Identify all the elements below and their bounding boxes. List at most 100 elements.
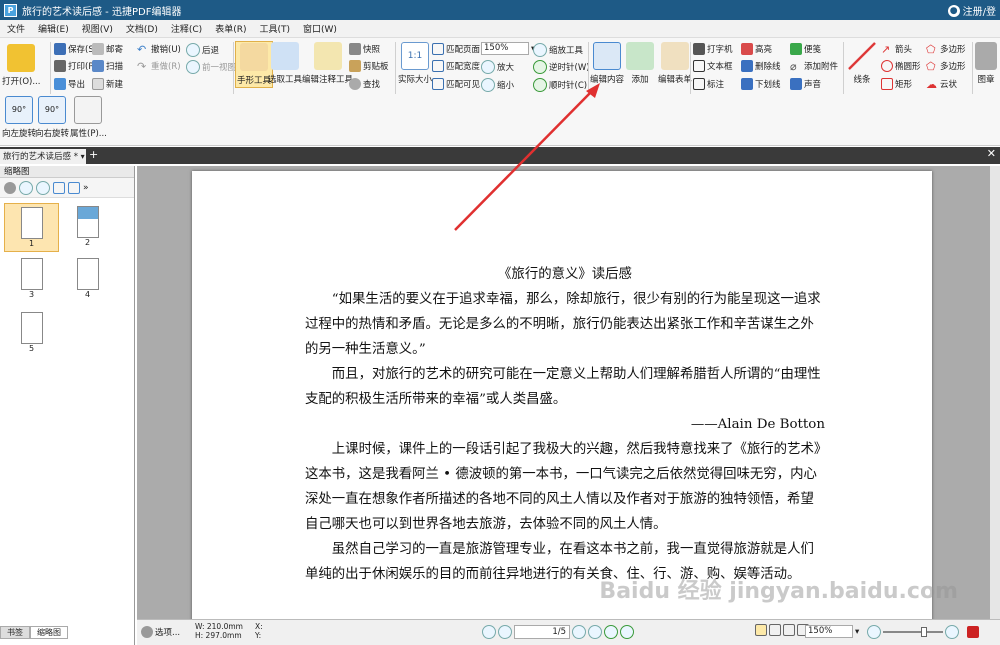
note-button[interactable]: 便笺 — [790, 43, 821, 55]
stamp-button[interactable]: 图章 — [975, 42, 997, 85]
rotate-cw-button[interactable]: 顺时针(C) — [533, 78, 587, 92]
export-button[interactable]: 导出 — [54, 78, 85, 90]
zoom-out-button[interactable]: 缩小 — [481, 78, 514, 92]
properties-button[interactable]: 属性(P)... — [70, 96, 107, 139]
fit-width-button[interactable]: 匹配宽度 — [432, 60, 480, 72]
redo-button[interactable]: ↷ 重做(R) — [137, 60, 181, 73]
menu-file[interactable]: 文件 — [7, 22, 25, 35]
menu-tools[interactable]: 工具(T) — [259, 22, 290, 35]
last-page-icon[interactable] — [588, 625, 602, 639]
actual-size-button[interactable]: 1:1 实际大小 — [398, 42, 432, 85]
document-tab[interactable]: 旅行的艺术读后感 * ▾ — [0, 149, 86, 164]
menu-form[interactable]: 表单(R) — [215, 22, 246, 35]
forward-view-icon[interactable] — [620, 625, 634, 639]
thumbnail-page-3[interactable]: 3 — [9, 258, 54, 299]
add-button[interactable]: 添加 — [626, 42, 654, 85]
arrow-shape-button[interactable]: ↗ 箭头 — [881, 43, 912, 56]
more-icon[interactable]: » — [83, 183, 89, 193]
zoom-select[interactable]: 150%▾ — [481, 42, 535, 55]
textbox-button[interactable]: 文本框 — [693, 60, 733, 72]
zoom-in-icon[interactable] — [19, 180, 33, 195]
zoom-in-button[interactable]: 放大 — [481, 60, 514, 74]
save-button[interactable]: 保存(S) — [54, 43, 97, 55]
paragraph: 而且，对旅行的艺术的研究可能在一定意义上帮助人们理解希腊哲人所谓的“由理性支配的… — [305, 367, 821, 407]
edit-form-button[interactable]: 编辑表单 — [658, 42, 692, 85]
options-button[interactable]: 选项... — [141, 626, 180, 638]
thumbnails-tab[interactable]: 缩略图 — [30, 626, 68, 639]
cloud-button[interactable]: ☁ 云状 — [926, 78, 957, 91]
menu-document[interactable]: 文档(D) — [126, 22, 158, 35]
snapshot-button[interactable]: 快照 — [349, 43, 380, 55]
zoom-slider-track[interactable] — [883, 627, 943, 637]
thumbnail-page-4[interactable]: 4 — [65, 258, 110, 299]
page-number-input[interactable]: 1/5 — [514, 625, 570, 639]
thumbnail-page-5[interactable]: 5 — [9, 312, 54, 353]
fit-page-button[interactable]: 匹配页面 — [432, 43, 480, 55]
tab-close-icon[interactable]: ▾ — [81, 152, 85, 161]
undo-button[interactable]: ↶ 撤销(U) — [137, 43, 181, 56]
thumbnail-page-1[interactable]: 1 — [4, 203, 59, 252]
rotate-page-cw-icon[interactable] — [68, 181, 80, 194]
close-document-icon[interactable]: ✕ — [987, 147, 996, 160]
polygon-button[interactable]: ⬠ 多边形 — [926, 43, 966, 56]
zoom-slider[interactable] — [867, 625, 979, 639]
open-button[interactable]: 打开(O)... — [2, 44, 40, 87]
typewriter-button[interactable]: 打字机 — [693, 43, 733, 55]
back-view-icon[interactable] — [604, 625, 618, 639]
edit-annotation-tool-button[interactable]: 编辑注释工具 — [302, 42, 353, 85]
scanner-icon — [92, 60, 104, 72]
menu-edit[interactable]: 编辑(E) — [38, 22, 69, 35]
title-bar: P 旅行的艺术读后感 - 迅捷PDF编辑器 ● 注册/登 — [0, 0, 1000, 20]
view-mode-buttons — [755, 624, 809, 636]
line-button[interactable]: 线条 — [848, 42, 876, 85]
vertical-scrollbar[interactable] — [990, 166, 1000, 619]
document-text[interactable]: 《旅行的意义》读后感 “如果生活的要义在于追求幸福，那么，除却旅行，很少有别的行… — [305, 262, 825, 587]
rotate-left-button[interactable]: 90° 向左旋转 — [2, 96, 36, 139]
menu-comment[interactable]: 注释(C) — [171, 22, 202, 35]
polyline-button[interactable]: ⬠ 多边形 — [926, 60, 966, 73]
scan-button[interactable]: 扫描 — [92, 60, 123, 72]
callout-button[interactable]: 标注 — [693, 78, 724, 90]
continuous-icon[interactable] — [769, 624, 781, 636]
rectangle-button[interactable]: 矩形 — [881, 78, 912, 90]
fit-visible-button[interactable]: 匹配可见 — [432, 78, 480, 90]
email-button[interactable]: 邮寄 — [92, 43, 123, 55]
login-link[interactable]: ● 注册/登 — [947, 3, 996, 18]
select-tool-button[interactable]: 选取工具 — [268, 42, 302, 85]
zoom-status-select[interactable]: 150% ▾ — [805, 625, 859, 638]
forward-view-button[interactable]: 前一视图 — [186, 60, 236, 74]
clipboard-button[interactable]: 剪贴板 — [349, 60, 389, 72]
gear-icon[interactable] — [4, 181, 16, 194]
single-page-icon[interactable] — [755, 624, 767, 636]
panel-tabs: 书签 缩略图 — [0, 626, 135, 639]
ellipse-button[interactable]: 椭圆形 — [881, 60, 921, 72]
new-button[interactable]: 新建 — [92, 78, 123, 90]
sound-button[interactable]: 声音 — [790, 78, 821, 90]
menu-window[interactable]: 窗口(W) — [303, 22, 337, 35]
bookmarks-tab[interactable]: 书签 — [0, 626, 30, 639]
zoom-in-icon[interactable] — [945, 625, 959, 639]
rotate-right-button[interactable]: 90° 向右旋转 — [35, 96, 69, 139]
highlight-button[interactable]: 高亮 — [741, 43, 772, 55]
pdf-icon[interactable] — [967, 626, 979, 638]
facing-icon[interactable] — [783, 624, 795, 636]
zoom-out-icon[interactable] — [36, 180, 50, 195]
new-tab-icon[interactable]: + — [89, 148, 98, 161]
thumbnail-page-2[interactable]: 2 — [65, 206, 110, 247]
next-page-icon[interactable] — [572, 625, 586, 639]
menu-view[interactable]: 视图(V) — [82, 22, 113, 35]
first-page-icon[interactable] — [482, 625, 496, 639]
rotate-ccw-button[interactable]: 逆时针(W) — [533, 60, 590, 74]
zoom-out-icon[interactable] — [867, 625, 881, 639]
zoom-slider-thumb[interactable] — [921, 627, 927, 637]
strikeout-button[interactable]: 删除线 — [741, 60, 781, 72]
zoom-tool-button[interactable]: 缩放工具 — [533, 43, 583, 57]
attach-file-button[interactable]: ⌀ 添加附件 — [790, 60, 838, 73]
rotate-page-ccw-icon[interactable] — [53, 181, 65, 194]
find-button[interactable]: 查找 — [349, 78, 380, 90]
underline-button[interactable]: 下划线 — [741, 78, 781, 90]
prev-page-icon[interactable] — [498, 625, 512, 639]
export-icon — [54, 78, 66, 90]
edit-content-button[interactable]: 编辑内容 — [590, 42, 624, 85]
back-button[interactable]: 后退 — [186, 43, 219, 57]
